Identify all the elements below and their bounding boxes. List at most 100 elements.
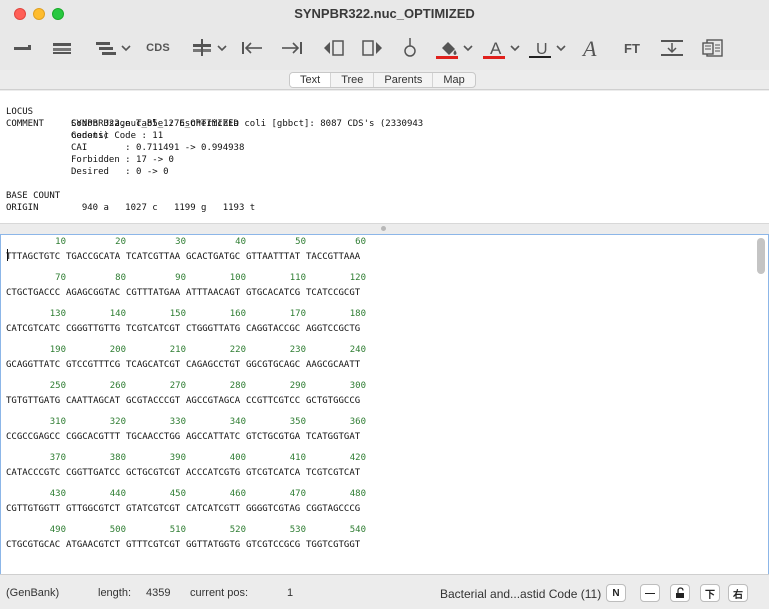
position-ruler: 250 260 270 280 290 300 xyxy=(6,381,366,392)
format-label: (GenBank) xyxy=(6,587,60,599)
base-group: GTTTCGTCGT xyxy=(126,540,181,550)
base-group: TCATCCGCGT xyxy=(306,288,361,298)
tab-text[interactable]: Text xyxy=(290,73,332,87)
chevron-down-icon xyxy=(216,45,227,52)
dash-button[interactable]: — xyxy=(640,584,660,602)
position-number: 530 xyxy=(289,525,306,535)
sequence-pane[interactable]: 10 20 30 40 50 60 TTTAGCTGTC TGACCGCATA TCATCGTT… xyxy=(0,234,769,574)
base-group: GTCCGTTTCG xyxy=(66,360,121,370)
view-tab-strip: Text Tree Parents Map xyxy=(0,70,769,90)
base-group: TGGTCGTGGT xyxy=(306,540,361,550)
position-number: 440 xyxy=(109,489,126,499)
base-line[interactable]: TGTGTTGATG CAATTAGCAT GCGTACCCGT AGCCGTAGCA… xyxy=(6,395,366,407)
base-line[interactable]: CTGCTGACCC AGAGCGGTAC CGTTTATGAA ATTTAACAGT… xyxy=(6,287,366,299)
tab-tree[interactable]: Tree xyxy=(331,73,375,87)
base-group: ATGAACGTCT xyxy=(66,540,121,550)
position-ruler: 370 380 390 400 410 420 xyxy=(6,453,366,464)
cds-button[interactable]: CDS xyxy=(144,34,172,62)
position-number: 300 xyxy=(349,381,366,391)
position-number: 470 xyxy=(289,489,306,499)
lock-button[interactable] xyxy=(670,584,690,602)
sequence-row: 370 380 390 400 410 420 CATACCCGTC CGGTTGATCC GC… xyxy=(6,453,366,479)
position-number: 420 xyxy=(349,453,366,463)
insert-point-icon xyxy=(192,39,211,56)
bottom-strand-button[interactable]: 下 xyxy=(700,584,720,602)
toolbar: CDS A U A FT xyxy=(0,28,769,70)
right-frame-button[interactable]: 右 xyxy=(728,584,748,602)
comment-line: COMMENT Genetic Code : 11 xyxy=(6,106,163,141)
line-tool-button[interactable] xyxy=(10,34,36,62)
vertical-scrollbar[interactable] xyxy=(757,238,765,274)
chevron-down-icon xyxy=(509,45,520,52)
position-value: 1 xyxy=(287,587,294,599)
position-number: 250 xyxy=(49,381,66,391)
font-button[interactable]: A xyxy=(578,34,606,62)
position-number: 230 xyxy=(289,345,306,355)
position-number: 200 xyxy=(109,345,126,355)
base-line[interactable]: CATACCCGTC CGGTTGATCC GCTGCGTCGT ACCCATCGTG… xyxy=(6,467,366,479)
sequence-row: 250 260 270 280 290 300 TGTGTTGATG CAATTAGCAT GC… xyxy=(6,381,366,407)
paint-bucket-icon xyxy=(441,42,456,55)
base-group: GCTGTGGCCG xyxy=(306,396,361,406)
underline-u-icon: U xyxy=(536,41,548,57)
position-number: 170 xyxy=(289,309,306,319)
position-number: 400 xyxy=(229,453,246,463)
download-feature-button[interactable] xyxy=(656,34,688,62)
base-group: GGCGTGCAGC xyxy=(246,360,301,370)
jump-to-end-icon xyxy=(282,42,302,54)
line-arrow-icon xyxy=(14,45,31,50)
sequence-row: 130 140 150 160 170 180 CATCGTCATC CGGGTTGTTG TC… xyxy=(6,309,366,335)
app-window: SYNPBR322.nuc_OPTIMIZED CDS A U A FT Tex… xyxy=(0,0,769,609)
base-line[interactable]: CTGCGTGCAC ATGAACGTCT GTTTCGTCGT GGTTATGGTG… xyxy=(6,539,366,551)
base-group: CATACCCGTC xyxy=(6,468,61,478)
position-number: 70 xyxy=(55,273,66,283)
position-number: 20 xyxy=(115,237,126,247)
n-button[interactable]: N xyxy=(606,584,626,602)
previous-feature-button[interactable] xyxy=(320,34,348,62)
ft-button[interactable]: FT xyxy=(618,34,646,62)
genetic-code-selector[interactable]: Bacterial and...astid Code (11) xyxy=(440,587,601,601)
insert-menu-button[interactable] xyxy=(186,34,230,62)
position-number: 340 xyxy=(229,417,246,427)
position-number: 210 xyxy=(169,345,186,355)
position-ruler: 310 320 330 340 350 360 xyxy=(6,417,366,428)
tab-parents[interactable]: Parents xyxy=(374,73,434,87)
go-start-button[interactable] xyxy=(238,34,266,62)
stack-tool-button[interactable] xyxy=(48,34,76,62)
next-feature-button[interactable] xyxy=(358,34,386,62)
position-number: 40 xyxy=(235,237,246,247)
split-divider[interactable] xyxy=(0,224,769,234)
base-group: CATCATCGTT xyxy=(186,504,241,514)
locus-line: LOCUS SYNPBR322.nuc_85_1276_OPTIMIZED xyxy=(6,94,239,129)
document-button[interactable] xyxy=(698,34,728,62)
divider-handle[interactable] xyxy=(381,226,386,231)
layout-menu-button[interactable] xyxy=(90,34,134,62)
base-line[interactable]: GCAGGTTATC GTCCGTTTCG TCAGCATCGT CAGAGCCTGT… xyxy=(6,359,366,371)
base-group: TCGTCATCGT xyxy=(126,324,181,334)
base-group: CGGGTTGTTG xyxy=(66,324,121,334)
marker-button[interactable] xyxy=(398,34,422,62)
base-group: TCGTCGTCAT xyxy=(306,468,361,478)
text-cursor xyxy=(7,249,8,261)
base-group: CAGGTACCGC xyxy=(246,324,301,334)
base-group: GTTAATTTAT xyxy=(246,252,301,262)
base-line[interactable]: TTTAGCTGTC TGACCGCATA TCATCGTTAA GCACTGATGC… xyxy=(6,251,366,263)
comment-text: Desired : 0 -> 0 xyxy=(71,167,169,177)
base-group: GTCTGCGTGA xyxy=(246,432,301,442)
position-number: 240 xyxy=(349,345,366,355)
tab-map[interactable]: Map xyxy=(433,73,474,87)
base-group: CTGGGTTATG xyxy=(186,324,241,334)
go-end-button[interactable] xyxy=(278,34,306,62)
base-line[interactable]: CGTTGTGGTT GTTGGCGTCT GTATCGTCGT CATCATCGTT… xyxy=(6,503,366,515)
origin-key: ORIGIN xyxy=(6,203,39,213)
base-group: GTCGTCATCA xyxy=(246,468,301,478)
base-count-value: 940 a 1027 c 1199 g 1193 t xyxy=(71,203,256,213)
genbank-header-pane[interactable]: LOCUS SYNPBR322.nuc_85_1276_OPTIMIZED CO… xyxy=(0,91,769,224)
base-line[interactable]: CCGCCGAGCC CGGCACGTTT TGCAACCTGG AGCCATTATC… xyxy=(6,431,366,443)
base-group: TGACCGCATA xyxy=(66,252,121,262)
base-group: GGGGTCGTAG xyxy=(246,504,301,514)
window-title: SYNPBR322.nuc_OPTIMIZED xyxy=(294,6,475,21)
base-group: AGGTCCGCTG xyxy=(306,324,361,334)
position-label: current pos: xyxy=(190,587,249,599)
base-line[interactable]: CATCGTCATC CGGGTTGTTG TCGTCATCGT CTGGGTTATG… xyxy=(6,323,366,335)
